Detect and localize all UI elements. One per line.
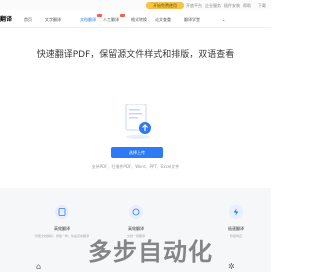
- main-nav: 翻译 首页 文字翻译 文档翻译 人工翻译 格式转换 论文查重 翻译学堂 ⌄: [0, 12, 271, 26]
- lightning-icon: [229, 205, 243, 219]
- document-icon: [55, 205, 69, 219]
- chevron-down-icon[interactable]: ⌄: [222, 17, 225, 22]
- supported-formats: 支持PDF、扫描件PDF、Word、PPT、Excel文件: [91, 164, 180, 169]
- hot-tag: [120, 14, 125, 17]
- home-icon: ⌂: [36, 262, 42, 271]
- feature-desc: 秒级响应: [229, 234, 242, 238]
- nav-item-label: 人工翻译: [103, 17, 119, 22]
- feature-card: 高效翻译 智能文档解析，排版一样，快速完成翻译: [32, 205, 92, 238]
- settings-icon: ✲: [228, 262, 235, 271]
- nav-divider: [0, 27, 271, 28]
- free-trial-badge[interactable]: 开始免费使用: [146, 2, 184, 9]
- top-bar: 开始免费使用 开放平台 企业服务 插件安装 帮助 下载: [0, 0, 271, 10]
- nav-item-human-translate[interactable]: 人工翻译: [103, 14, 125, 23]
- top-link[interactable]: 帮助: [243, 3, 251, 9]
- nav-item-academy[interactable]: 翻译学堂: [184, 17, 200, 23]
- upload-button[interactable]: 选择上传: [111, 147, 163, 158]
- nav-item-text-translate[interactable]: 文字翻译: [45, 17, 61, 23]
- top-link[interactable]: 下载: [258, 3, 266, 9]
- document-upload-icon: [125, 104, 151, 139]
- nav-item-home[interactable]: 首页: [24, 17, 32, 23]
- nav-item-format-convert[interactable]: 格式转换: [131, 17, 147, 23]
- top-link[interactable]: 企业服务: [205, 3, 221, 9]
- watermark: 多步自动化: [88, 238, 213, 266]
- nav-item-plagiarism[interactable]: 论文查重: [155, 17, 171, 23]
- feature-desc: 智能文档解析，排版一样，快速完成翻译: [34, 234, 89, 238]
- new-tag: [97, 14, 102, 17]
- top-link[interactable]: 开放平台: [186, 3, 202, 9]
- top-link[interactable]: 插件安装: [224, 3, 240, 9]
- translate-icon: [129, 205, 143, 219]
- feature-title: 高效翻译: [54, 226, 70, 231]
- feature-title: 极速翻译: [228, 226, 244, 231]
- feature-card: 极速翻译 秒级响应: [206, 205, 266, 238]
- site-logo[interactable]: 翻译: [0, 14, 12, 23]
- nav-item-doc-translate[interactable]: 文档翻译: [80, 14, 102, 23]
- nav-item-label: 文档翻译: [80, 17, 96, 22]
- page-headline: 快速翻译PDF，保留源文件样式和排版，双语查看: [36, 50, 235, 60]
